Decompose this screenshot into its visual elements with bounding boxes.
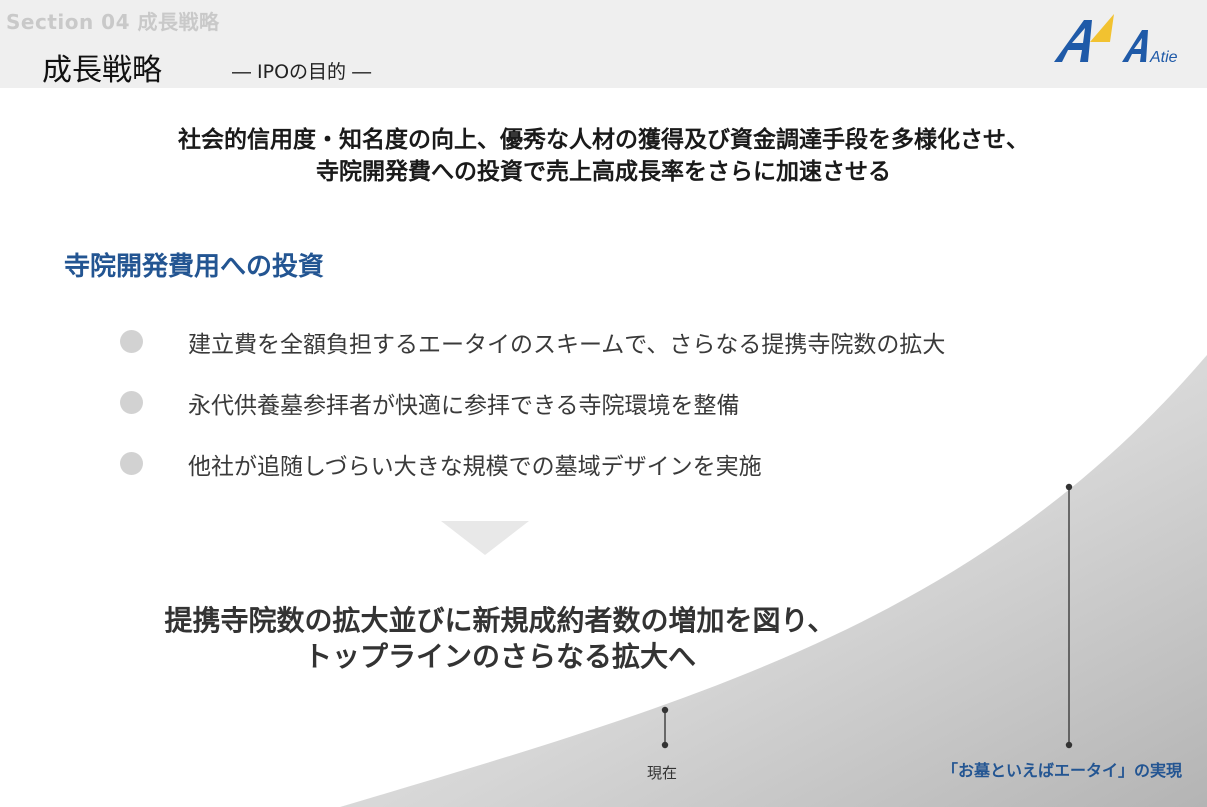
lead-line-1: 社会的信用度・知名度の向上、優秀な人材の獲得及び資金調達手段を多様化させ、 <box>178 127 1029 153</box>
conclusion-line-2: トップラインのさらなる拡大へ <box>303 640 696 673</box>
list-item-text: 永代供養墓参拝者が快適に参拝できる寺院環境を整備 <box>188 393 740 419</box>
marker-now-top-dot <box>661 706 669 714</box>
investment-list: 建立費を全額負担するエータイのスキームで、さらなる提携寺院数の拡大 永代供養墓参… <box>120 325 945 508</box>
page-subtitle: ― IPOの目的 ― <box>232 61 372 83</box>
company-logo: Atie <box>1054 14 1178 66</box>
bullet-dot-icon <box>120 391 143 414</box>
logo-text: Atie <box>1149 49 1178 66</box>
list-item-text: 建立費を全額負担するエータイのスキームで、さらなる提携寺院数の拡大 <box>188 332 946 358</box>
page-title: 成長戦略 <box>42 53 162 88</box>
lead-statement: 社会的信用度・知名度の向上、優秀な人材の獲得及び資金調達手段を多様化させ、 寺院… <box>0 124 1207 188</box>
marker-goal-bottom-dot <box>1065 741 1073 749</box>
marker-goal-label: 「お墓といえばエータイ」の実現 <box>942 761 1183 780</box>
conclusion-statement: 提携寺院数の拡大並びに新規成約者数の増加を図り、 トップラインのさらなる拡大へ <box>100 603 900 675</box>
marker-now-bottom-dot <box>661 741 669 749</box>
list-item: 建立費を全額負担するエータイのスキームで、さらなる提携寺院数の拡大 <box>120 325 945 386</box>
bullet-dot-icon <box>120 330 143 353</box>
lead-line-2: 寺院開発費への投資で売上高成長率をさらに加速させる <box>316 159 891 185</box>
marker-now-label: 現在 <box>647 764 678 782</box>
list-item: 永代供養墓参拝者が快適に参拝できる寺院環境を整備 <box>120 386 945 447</box>
conclusion-line-1: 提携寺院数の拡大並びに新規成約者数の増加を図り、 <box>164 604 836 637</box>
down-arrow-icon <box>441 521 529 555</box>
investment-heading: 寺院開発費用への投資 <box>64 252 325 282</box>
list-item-text: 他社が追随しづらい大きな規模での墓域デザインを実施 <box>188 454 762 480</box>
bullet-dot-icon <box>120 452 143 475</box>
section-label: Section 04 成長戦略 <box>6 10 220 34</box>
list-item: 他社が追随しづらい大きな規模での墓域デザインを実施 <box>120 447 945 508</box>
marker-goal-top-dot <box>1065 483 1073 491</box>
